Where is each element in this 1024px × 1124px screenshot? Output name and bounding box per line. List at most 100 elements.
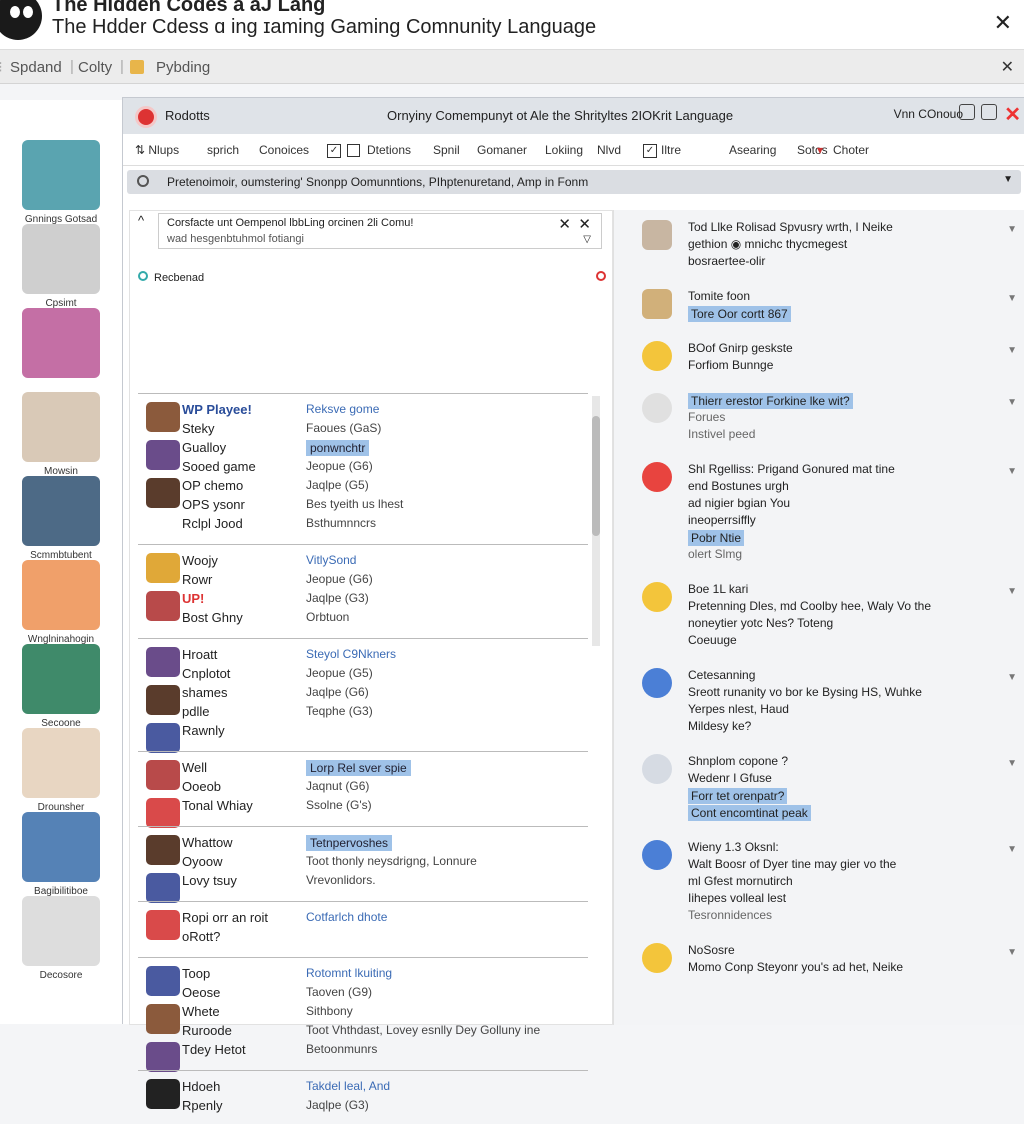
channel-name[interactable]: OPS ysonr: [182, 497, 245, 512]
rail-user[interactable]: Wnglninahogin: [8, 560, 114, 645]
tab-spdand[interactable]: Spdand: [10, 59, 62, 76]
tab-close-button[interactable]: ✕: [1001, 57, 1014, 77]
channel-name[interactable]: Ruroode: [182, 1023, 232, 1038]
rail-user[interactable]: Cpsimt: [8, 224, 114, 309]
avatar: [22, 224, 100, 294]
avatar: [22, 476, 100, 546]
channel-name[interactable]: Oeose: [182, 985, 220, 1000]
channel-value: Ssolne (G's): [306, 798, 372, 812]
channel-name[interactable]: Bost Ghny: [182, 610, 243, 625]
scrollbar[interactable]: [592, 396, 600, 646]
rail-user[interactable]: [8, 308, 114, 382]
channel-name[interactable]: Hroatt: [182, 647, 217, 662]
minimize-button[interactable]: [959, 104, 975, 120]
toolbar-item[interactable]: Nlvd: [597, 143, 621, 157]
avatar: [642, 840, 672, 870]
checkbox[interactable]: ✓: [327, 144, 341, 158]
avatar: [146, 1079, 180, 1109]
message-feed: Tod Llke Rolisad Spvusry wrth, I Neike ge…: [613, 210, 1024, 1025]
tab-pybding[interactable]: Pybding: [156, 59, 210, 76]
toolbar-item[interactable]: ⇅ Nlups: [135, 143, 179, 157]
channel-value[interactable]: ponwnchtr: [306, 440, 370, 456]
channel-name[interactable]: Toop: [182, 966, 210, 981]
channel-name[interactable]: Ropi orr an roit: [182, 910, 268, 925]
channel-name[interactable]: Woojy: [182, 553, 218, 568]
rail-user[interactable]: Mowsin: [8, 392, 114, 477]
chevron-down-icon[interactable]: ▼: [1007, 844, 1017, 855]
toolbar-item[interactable]: Sotos: [797, 143, 828, 157]
rail-user[interactable]: Secoone: [8, 644, 114, 729]
toolbar-item[interactable]: Dtetions: [367, 143, 411, 157]
tab-colty[interactable]: Colty: [78, 59, 112, 76]
close-icon[interactable]: ✕: [578, 215, 591, 233]
rail-user[interactable]: Decosore: [8, 896, 114, 981]
channel-name[interactable]: Rpenly: [182, 1098, 222, 1113]
toolbar-item[interactable]: Asearing: [729, 143, 776, 157]
clear-icon[interactable]: ✕: [558, 215, 571, 233]
toolbar-item[interactable]: sprich: [207, 143, 239, 157]
chevron-down-icon[interactable]: ▼: [1007, 947, 1017, 958]
maximize-button[interactable]: [981, 104, 997, 120]
channel-value[interactable]: Tetnpervoshes: [306, 835, 393, 851]
record-icon[interactable]: [135, 106, 157, 128]
channel-name[interactable]: oRott?: [182, 929, 220, 944]
message-text: Sreott runanity vo bor ke Bysing HS, Wuh…: [688, 685, 922, 699]
channel-name[interactable]: pdlle: [182, 704, 209, 719]
checkbox[interactable]: [347, 144, 360, 157]
chevron-down-icon[interactable]: ▼: [1007, 586, 1017, 597]
chevron-down-icon[interactable]: ▼: [1007, 397, 1017, 408]
chevron-down-icon[interactable]: ▽: [583, 234, 591, 245]
toolbar-item[interactable]: Conoices: [259, 143, 309, 157]
channel-value: Toot Vhthdast, Lovey esnlly Dey Golluny …: [306, 1023, 541, 1037]
chevron-down-icon[interactable]: ▼: [1007, 345, 1017, 356]
rail-user[interactable]: Scmmbtubent: [8, 476, 114, 561]
toolbar-item[interactable]: Iltre: [661, 143, 681, 157]
channel-name[interactable]: Hdoeh: [182, 1079, 220, 1094]
rail-user[interactable]: Bagibilitiboe: [8, 812, 114, 897]
channel-name[interactable]: Oyoow: [182, 854, 222, 869]
channel-name[interactable]: Tdey Hetot: [182, 1042, 246, 1057]
channel-name[interactable]: Rowr: [182, 572, 212, 587]
rail-user[interactable]: Drounsher: [8, 728, 114, 813]
channel-name[interactable]: Lovy tsuy: [182, 873, 237, 888]
channel-value[interactable]: Lorp Rel sver spie: [306, 760, 411, 776]
chevron-down-icon[interactable]: ▼: [1003, 174, 1013, 185]
chevron-down-icon[interactable]: ▼: [1007, 466, 1017, 477]
message-text: NoSosre: [688, 943, 735, 957]
channel-name[interactable]: WP Playee!: [182, 402, 252, 417]
panel-close-button[interactable]: ✕: [1004, 102, 1021, 127]
channel-value: Bsthumnncrs: [306, 516, 377, 530]
channel-name[interactable]: Rclpl Jood: [182, 516, 243, 531]
channel-name[interactable]: Rawnly: [182, 723, 225, 738]
rail-user[interactable]: Gnnings Gotsad: [8, 140, 114, 225]
toolbar-item[interactable]: Choter: [833, 143, 869, 157]
channel-name[interactable]: Cnplotot: [182, 666, 230, 681]
chevron-down-icon[interactable]: ▼: [1007, 293, 1017, 304]
toolbar-item[interactable]: Lokiing: [545, 143, 583, 157]
channel-name[interactable]: Gualloy: [182, 440, 226, 455]
scrollbar-thumb[interactable]: [592, 416, 600, 536]
chevron-down-icon[interactable]: ▼: [1007, 224, 1017, 235]
checkbox[interactable]: ✓: [643, 144, 657, 158]
channel-name[interactable]: Sooed game: [182, 459, 256, 474]
search-box[interactable]: Corsfacte unt Oempenol lbbLing orcinen 2…: [158, 213, 602, 249]
channel-name[interactable]: Tonal Whiay: [182, 798, 253, 813]
channel-name[interactable]: shames: [182, 685, 228, 700]
channel-name[interactable]: Ooeob: [182, 779, 221, 794]
chevron-down-icon[interactable]: ▼: [1007, 758, 1017, 769]
channel-name[interactable]: OP chemo: [182, 478, 243, 493]
toolbar-item[interactable]: Spnil: [433, 143, 460, 157]
channel-name[interactable]: Whete: [182, 1004, 220, 1019]
window-close-button[interactable]: ✕: [994, 10, 1012, 36]
filter-bar[interactable]: Pretenoimoir, oumstering' Snonpp Oomunnt…: [127, 170, 1021, 194]
toolbar-item[interactable]: Gomaner: [477, 143, 527, 157]
channel-name[interactable]: Steky: [182, 421, 215, 436]
channel-name[interactable]: Well: [182, 760, 207, 775]
channel-value: Steyol C9Nkners: [306, 647, 397, 661]
channel-name[interactable]: UP!: [182, 591, 204, 606]
collapse-up-icon[interactable]: ^: [138, 213, 144, 228]
message-text: Wedenr I Gfuse: [688, 771, 772, 785]
message-text: olert Slmg: [688, 547, 743, 561]
chevron-down-icon[interactable]: ▼: [1007, 672, 1017, 683]
channel-name[interactable]: Whattow: [182, 835, 233, 850]
